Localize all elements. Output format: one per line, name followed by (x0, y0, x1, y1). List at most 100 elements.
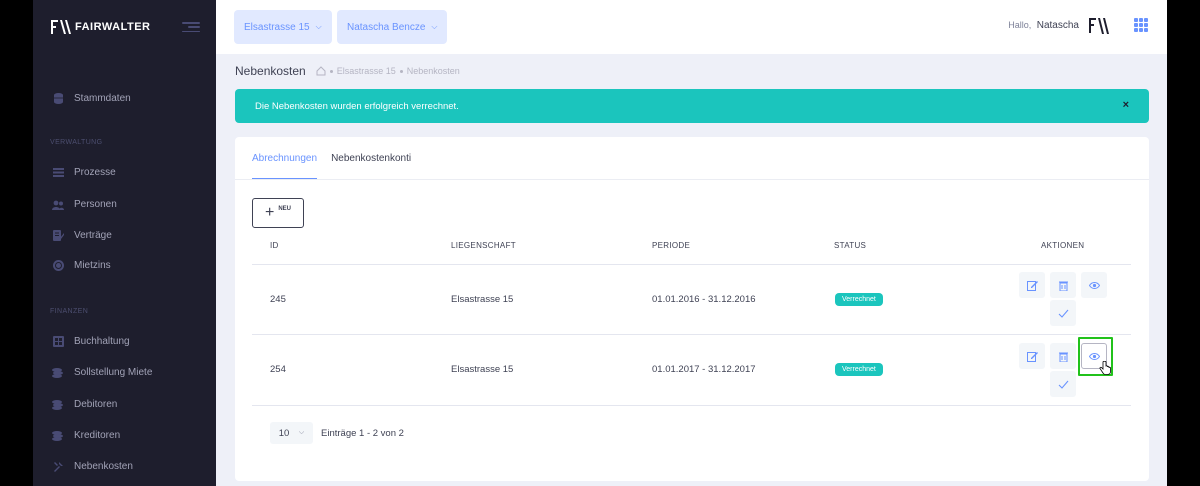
sidebar-item-label: Kreditoren (74, 430, 121, 441)
user-greeting[interactable]: Hallo, Natascha (1008, 20, 1079, 31)
col-header-status: STATUS (834, 241, 867, 250)
property-select[interactable]: Elsastrasse 15 ⌵ (234, 10, 332, 44)
sidebar-item-label: Mietzins (74, 260, 111, 271)
sidebar-item-prozesse[interactable]: Prozesse (52, 167, 116, 178)
edit-icon (1026, 280, 1038, 291)
breadcrumb-separator (399, 69, 403, 73)
chevron-down-icon: ⌵ (298, 429, 305, 436)
sidebar-item-label: Debitoren (74, 399, 118, 410)
row-divider (252, 405, 1131, 406)
user-name: Natascha (1036, 20, 1079, 31)
person-select-value: Natascha Bencze (347, 21, 426, 33)
sidebar-item-label: Verträge (74, 230, 112, 241)
users-icon (52, 199, 64, 210)
edit-button[interactable] (1019, 343, 1045, 369)
chevron-down-icon: ⌵ (315, 22, 322, 31)
topbar: Elsastrasse 15 ⌵ Natascha Bencze ⌵ Hallo… (216, 0, 1167, 54)
user-avatar-icon[interactable] (1089, 15, 1111, 37)
sidebar-toggle-icon[interactable] (182, 22, 200, 32)
breadcrumb-separator (329, 69, 333, 73)
app-frame: FAIRWALTER Stammdaten VERWALTUNG Prozess… (33, 0, 1167, 486)
coin-icon (52, 260, 64, 271)
cell-property: Elsastrasse 15 (451, 364, 514, 375)
status-badge: Verrechnet (835, 363, 883, 376)
sidebar-item-nebenkosten[interactable]: Nebenkosten (52, 461, 133, 472)
pagination-info: Einträge 1 - 2 von 2 (321, 427, 404, 439)
delete-button[interactable] (1050, 343, 1076, 369)
sidebar-item-label: Sollstellung Miete (74, 367, 153, 378)
trash-icon (1058, 281, 1068, 291)
table-header-divider (252, 264, 1131, 265)
sidebar-item-kreditoren[interactable]: Kreditoren (52, 430, 120, 441)
eye-icon (1088, 281, 1100, 289)
subheader: Nebenkosten Elsastrasse 15 Nebenkosten (235, 64, 460, 78)
alert-message: Die Nebenkosten wurden erfolgreich verre… (255, 100, 459, 112)
logo[interactable]: FAIRWALTER (51, 19, 150, 35)
brand-name: FAIRWALTER (75, 21, 151, 33)
sidebar-item-stammdaten[interactable]: Stammdaten (52, 93, 131, 104)
edit-icon (1026, 351, 1038, 362)
coins-icon (52, 430, 64, 441)
confirm-button[interactable] (1050, 371, 1076, 397)
sidebar-item-label: Prozesse (74, 167, 116, 178)
sidebar-item-label: Personen (74, 199, 117, 210)
trash-icon (1058, 352, 1068, 362)
col-header-actions: AKTIONEN (1041, 241, 1085, 250)
main-card: Abrechnungen Nebenkostenkonti + NEU ID L… (235, 137, 1149, 481)
chevron-down-icon: ⌵ (431, 22, 438, 31)
sidebar-item-buchhaltung[interactable]: Buchhaltung (52, 336, 130, 347)
col-header-id: ID (270, 241, 279, 250)
check-icon (1058, 309, 1068, 318)
tab-nebenkostenkonti[interactable]: Nebenkostenkonti (331, 137, 411, 179)
sidebar-item-label: Nebenkosten (74, 461, 133, 472)
sidebar-item-debitoren[interactable]: Debitoren (52, 399, 117, 410)
coins-icon (52, 367, 64, 378)
page-size-select[interactable]: 10 ⌵ (270, 422, 313, 444)
edit-button[interactable] (1019, 272, 1045, 298)
sidebar-item-vertraege[interactable]: Verträge (52, 230, 112, 241)
sidebar-item-label: Stammdaten (74, 93, 131, 104)
tabs: Abrechnungen Nebenkostenkonti (252, 137, 411, 179)
cell-period: 01.01.2016 - 31.12.2016 (652, 294, 756, 305)
section-finanzen: FINANZEN (50, 308, 89, 315)
view-button[interactable] (1081, 272, 1107, 298)
coins-icon (52, 399, 64, 410)
page-title: Nebenkosten (235, 64, 306, 78)
sidebar-item-label: Buchhaltung (74, 336, 130, 347)
brand: FAIRWALTER (33, 0, 216, 54)
confirm-button[interactable] (1050, 300, 1076, 326)
close-icon[interactable]: × (1123, 99, 1129, 111)
col-header-property: LIEGENSCHAFT (451, 241, 516, 250)
page-size-value: 10 (278, 427, 290, 439)
sidebar-item-mietzins[interactable]: Mietzins (52, 260, 111, 271)
list-icon (52, 167, 64, 178)
success-alert: Die Nebenkosten wurden erfolgreich verre… (235, 89, 1149, 123)
apps-grid-icon[interactable] (1134, 18, 1148, 32)
tools-icon (52, 461, 64, 472)
home-icon[interactable] (316, 66, 326, 76)
sidebar-item-personen[interactable]: Personen (52, 199, 117, 210)
eye-icon (1088, 352, 1100, 360)
section-verwaltung: VERWALTUNG (50, 139, 103, 146)
sidebar: FAIRWALTER Stammdaten VERWALTUNG Prozess… (33, 0, 216, 486)
greeting-text: Hallo, (1008, 20, 1032, 30)
hand-cursor-icon (1099, 361, 1111, 375)
cell-property: Elsastrasse 15 (451, 294, 514, 305)
sidebar-item-sollstellung-miete[interactable]: Sollstellung Miete (52, 367, 152, 378)
delete-button[interactable] (1050, 272, 1076, 298)
new-button-label: NEU (278, 206, 291, 212)
person-select[interactable]: Natascha Bencze ⌵ (337, 10, 448, 44)
logo-icon (51, 20, 71, 34)
tab-abrechnungen[interactable]: Abrechnungen (252, 137, 318, 179)
breadcrumb-item[interactable]: Nebenkosten (407, 66, 460, 76)
cell-period: 01.01.2017 - 31.12.2017 (652, 364, 756, 375)
cell-id: 254 (270, 364, 286, 375)
plus-icon: + (264, 204, 275, 221)
col-header-period: PERIODE (652, 241, 691, 250)
breadcrumb-item[interactable]: Elsastrasse 15 (337, 66, 396, 76)
property-select-value: Elsastrasse 15 (244, 21, 310, 33)
database-icon (52, 93, 64, 104)
cell-id: 245 (270, 294, 286, 305)
row-divider (252, 334, 1131, 335)
new-button[interactable]: + NEU (252, 198, 304, 228)
